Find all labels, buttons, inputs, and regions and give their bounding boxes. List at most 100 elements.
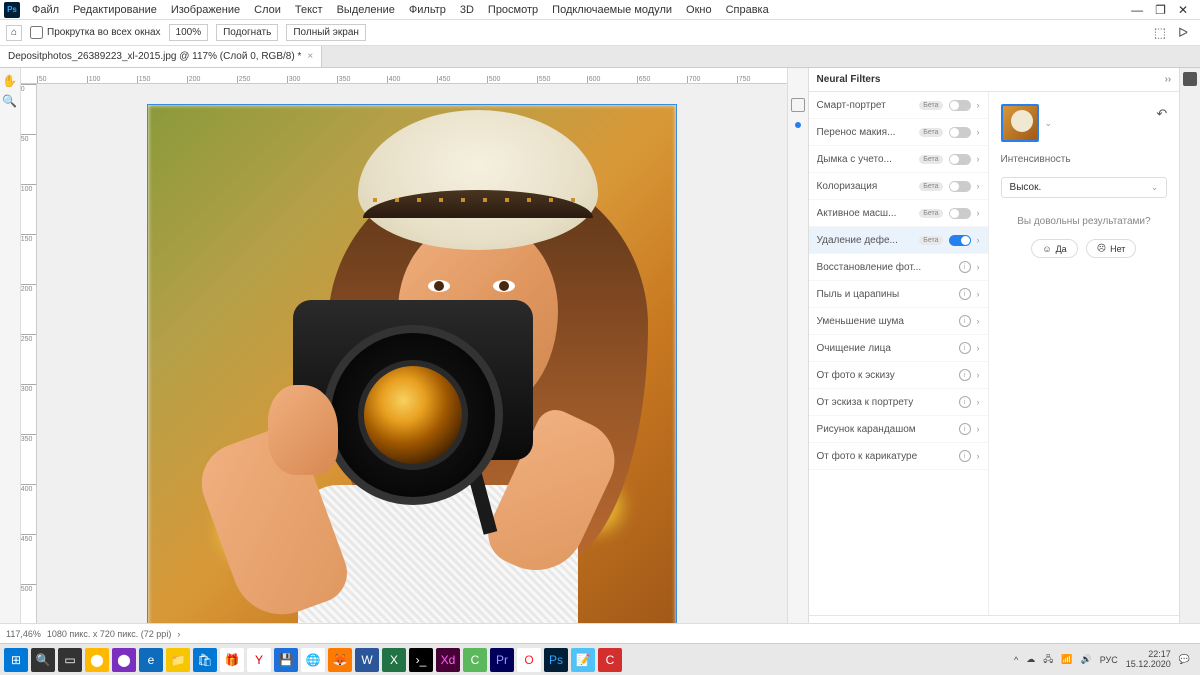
filter-row-2[interactable]: Дымка с учето...Бета› [809,146,988,173]
search-icon[interactable]: ⬚ [1154,25,1166,41]
taskbar-app-store[interactable]: 🛍 [193,648,217,672]
start-button[interactable]: ⊞ [4,648,28,672]
menu-image[interactable]: Изображение [165,2,246,18]
taskbar-app-xd[interactable]: Xd [436,648,460,672]
neural-filters-panel: Neural Filters ›› Смарт-портретБета›Пере… [808,68,1180,655]
share-icon[interactable]: ᐅ [1178,25,1188,41]
filter-toggle[interactable] [949,100,971,111]
zoom-tool[interactable]: 🔍 [1,92,19,110]
filter-row-10[interactable]: От фото к эскизуi› [809,362,988,389]
fit-button[interactable]: Подогнать [216,24,278,41]
filter-row-1[interactable]: Перенос макия...Бета› [809,119,988,146]
zoom-100-button[interactable]: 100% [169,24,209,41]
filter-toggle[interactable] [949,208,971,219]
menu-edit[interactable]: Редактирование [67,2,163,18]
menu-view[interactable]: Просмотр [482,2,544,18]
menu-plugins[interactable]: Подключаемые модули [546,2,678,18]
taskview-button[interactable]: ▭ [58,648,82,672]
collapsed-panel-icon[interactable] [1183,72,1197,86]
tray-chevron-icon[interactable]: ^ [1014,655,1018,665]
taskbar-app-save[interactable]: 💾 [274,648,298,672]
status-zoom[interactable]: 117,46% [6,629,41,639]
palette-icon[interactable] [791,98,805,112]
home-icon[interactable]: ⌂ [6,25,22,41]
info-icon[interactable]: i [959,450,971,462]
taskbar-app-2[interactable]: ⬤ [112,648,136,672]
tray-onedrive-icon[interactable]: ☁ [1026,654,1035,665]
info-icon[interactable]: i [959,423,971,435]
info-icon[interactable]: i [959,288,971,300]
filter-row-7[interactable]: Пыль и царапиныi› [809,281,988,308]
status-info: 1080 пикс. x 720 пикс. (72 ppi) [47,629,171,639]
filter-row-3[interactable]: КолоризацияБета› [809,173,988,200]
filter-row-6[interactable]: Восстановление фот...i› [809,254,988,281]
taskbar-app-terminal[interactable]: ›_ [409,648,433,672]
taskbar-app-firefox[interactable]: 🦊 [328,648,352,672]
tray-volume-icon[interactable]: 🔊 [1080,654,1091,665]
tray-wifi-icon[interactable]: 📶 [1061,654,1072,665]
face-preview[interactable] [1001,104,1039,142]
search-button[interactable]: 🔍 [31,648,55,672]
restore-button[interactable]: ❐ [1155,3,1166,17]
menu-select[interactable]: Выделение [331,2,401,18]
status-chevron-icon[interactable]: › [177,629,180,639]
tray-language[interactable]: РУС [1100,655,1118,665]
tray-clock[interactable]: 22:1715.12.2020 [1126,650,1171,670]
feedback-no-button[interactable]: ☹Нет [1086,239,1137,258]
info-icon[interactable]: i [959,261,971,273]
filter-row-13[interactable]: От фото к карикатуреi› [809,443,988,470]
menu-window[interactable]: Окно [680,2,718,18]
filter-row-5[interactable]: Удаление дефе...Бета› [809,227,988,254]
taskbar-app-1[interactable]: ⬤ [85,648,109,672]
tray-network-icon[interactable]: 🖧 [1043,652,1053,668]
taskbar-app-edge[interactable]: e [139,648,163,672]
info-icon[interactable]: i [959,369,971,381]
filter-toggle[interactable] [949,235,971,246]
tray-notifications-icon[interactable]: 💬 [1179,654,1190,665]
tab-close-icon[interactable]: × [307,51,313,62]
smile-icon: ☺ [1042,244,1051,254]
taskbar-app-gift[interactable]: 🎁 [220,648,244,672]
feedback-yes-button[interactable]: ☺Да [1031,239,1077,258]
info-icon[interactable]: i [959,315,971,327]
menu-filter[interactable]: Фильтр [403,2,452,18]
reset-icon[interactable]: ↶ [1156,106,1167,122]
filter-toggle[interactable] [949,181,971,192]
taskbar-app-explorer[interactable]: 📁 [166,648,190,672]
filter-row-8[interactable]: Уменьшение шумаi› [809,308,988,335]
preview-dropdown-icon[interactable]: ⌄ [1045,118,1053,129]
canvas[interactable] [37,84,787,655]
taskbar-app-opera[interactable]: O [517,648,541,672]
taskbar-app-red[interactable]: C [598,648,622,672]
taskbar-app-notes[interactable]: 📝 [571,648,595,672]
filter-row-0[interactable]: Смарт-портретБета› [809,92,988,119]
taskbar-app-excel[interactable]: X [382,648,406,672]
filter-row-9[interactable]: Очищение лицаi› [809,335,988,362]
filter-toggle[interactable] [949,154,971,165]
taskbar-app-photoshop[interactable]: Ps [544,648,568,672]
filter-row-12[interactable]: Рисунок карандашомi› [809,416,988,443]
filter-row-4[interactable]: Активное масш...Бета› [809,200,988,227]
menu-text[interactable]: Текст [289,2,329,18]
fullscreen-button[interactable]: Полный экран [286,24,366,41]
document-tab[interactable]: Depositphotos_26389223_xl-2015.jpg @ 117… [0,46,322,67]
collapse-icon[interactable]: ›› [1165,74,1172,85]
info-icon[interactable]: i [959,342,971,354]
minimize-button[interactable]: — [1131,3,1143,17]
taskbar-app-word[interactable]: W [355,648,379,672]
taskbar-app-camtasia[interactable]: C [463,648,487,672]
menu-help[interactable]: Справка [720,2,775,18]
menu-file[interactable]: Файл [26,2,65,18]
menu-3d[interactable]: 3D [454,2,480,18]
scroll-all-checkbox[interactable]: Прокрутка во всех окнах [30,26,161,39]
info-icon[interactable]: i [959,396,971,408]
intensity-select[interactable]: Высок.⌄ [1001,177,1168,198]
taskbar-app-chrome[interactable]: 🌐 [301,648,325,672]
taskbar-app-premiere[interactable]: Pr [490,648,514,672]
menu-layers[interactable]: Слои [248,2,287,18]
close-button[interactable]: ✕ [1178,3,1188,17]
filter-toggle[interactable] [949,127,971,138]
filter-row-11[interactable]: От эскиза к портретуi› [809,389,988,416]
taskbar-app-yandex[interactable]: Y [247,648,271,672]
hand-tool[interactable]: ✋ [1,72,19,90]
